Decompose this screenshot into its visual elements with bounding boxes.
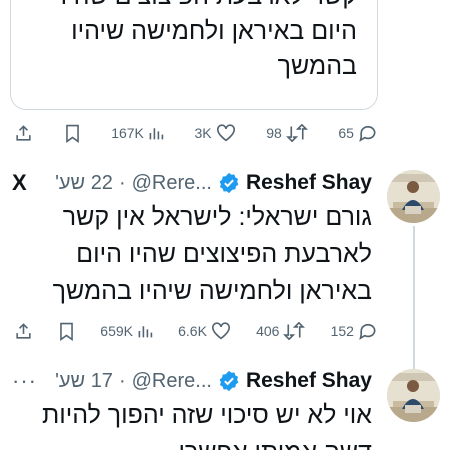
replies-label: 65	[338, 125, 354, 141]
tweet-header[interactable]: 22 שע' · @Rere... Reshef Shay	[10, 168, 372, 198]
like-button[interactable]: 6.6K	[178, 322, 231, 340]
quoted-tweet-card[interactable]: קשר לארבעת הפיצוצים שהיו היום באיראן ולח…	[10, 0, 378, 110]
thread-line	[413, 226, 415, 370]
author-handle[interactable]: @Rere...	[132, 370, 212, 393]
avatar-photo	[387, 369, 440, 422]
views-label: 659K	[100, 323, 133, 339]
tweet-time[interactable]: 22 שע'	[55, 172, 113, 195]
bar-chart-icon	[138, 326, 153, 338]
bookmark-icon	[65, 124, 79, 143]
tweet-header[interactable]: 17 שע' · @Rere... Reshef Shay	[10, 366, 372, 396]
tweet-text: גורם ישראלי: לישראל אין קשר לארבעת הפיצו…	[12, 199, 372, 310]
heart-icon	[216, 124, 235, 142]
author-handle[interactable]: @Rere...	[132, 172, 212, 195]
separator-dot: ·	[118, 369, 126, 392]
reply-button[interactable]: 65	[338, 124, 378, 143]
retweet-icon	[283, 322, 306, 340]
retweet-icon	[285, 124, 308, 142]
avatar[interactable]	[387, 369, 440, 422]
views-label: 167K	[111, 125, 144, 141]
retweets-label: 6.6K	[178, 323, 207, 339]
retweet-button[interactable]: 406	[256, 322, 306, 340]
quoted-line-3: בהמשך	[277, 52, 357, 80]
bookmark-icon	[60, 322, 73, 341]
bookmark-button[interactable]	[58, 322, 75, 341]
action-bar: 659K 6.6K 406 152	[0, 316, 378, 346]
tweet-line-1: אוי לא יש סיכוי שזה יהפוך להיות	[41, 401, 372, 429]
tweet-text: אוי לא יש סיכוי שזה יהפוך להיות דשה אמית…	[12, 397, 372, 450]
tweet-line-1: גורם ישראלי: לישראל אין קשר	[62, 203, 372, 231]
share-icon	[16, 124, 31, 141]
quoted-line-1: קשר לארבעת הפיצוצים שהיו	[17, 0, 357, 14]
retweet-button[interactable]: 98	[266, 124, 308, 142]
bar-chart-icon	[149, 128, 164, 140]
like-button[interactable]: 3K	[194, 124, 235, 142]
quoted-tweet-text: קשר לארבעת הפיצוצים שהיו היום באיראן ולח…	[17, 0, 357, 84]
avatar[interactable]	[387, 170, 440, 223]
tweet-line-3: באיראן ולחמישה שיהיו בהמשך	[52, 277, 372, 305]
author-name[interactable]: Reshef Shay	[246, 171, 372, 195]
replies-label: 152	[330, 323, 354, 339]
tweet-line-2: דשה אמיתי אפשרי	[12, 434, 372, 450]
tweet-line-2: לארבעת הפיצוצים שהיו היום	[76, 240, 372, 268]
share-button[interactable]	[14, 322, 33, 341]
avatar-photo	[387, 170, 440, 223]
heart-icon	[211, 322, 230, 340]
separator-dot: ·	[118, 171, 126, 194]
verified-badge-icon	[219, 370, 239, 392]
likes-label: 98	[266, 125, 282, 141]
retweets-label: 3K	[194, 125, 212, 141]
likes-label: 406	[256, 323, 280, 339]
verified-badge-icon	[219, 172, 239, 194]
reply-button[interactable]: 152	[331, 322, 378, 341]
views-count[interactable]: 167K	[111, 125, 164, 141]
bookmark-button[interactable]	[64, 124, 81, 143]
action-bar: 167K 3K 98 65	[0, 118, 378, 148]
reply-icon	[359, 323, 376, 340]
author-name[interactable]: Reshef Shay	[246, 369, 372, 393]
reply-icon	[359, 125, 376, 142]
views-count[interactable]: 659K	[100, 323, 153, 339]
quoted-line-2: היום באיראן ולחמישה שיהיו	[71, 17, 357, 45]
tweet-time[interactable]: 17 שע'	[55, 370, 113, 393]
share-icon	[16, 322, 31, 339]
share-button[interactable]	[14, 124, 33, 143]
